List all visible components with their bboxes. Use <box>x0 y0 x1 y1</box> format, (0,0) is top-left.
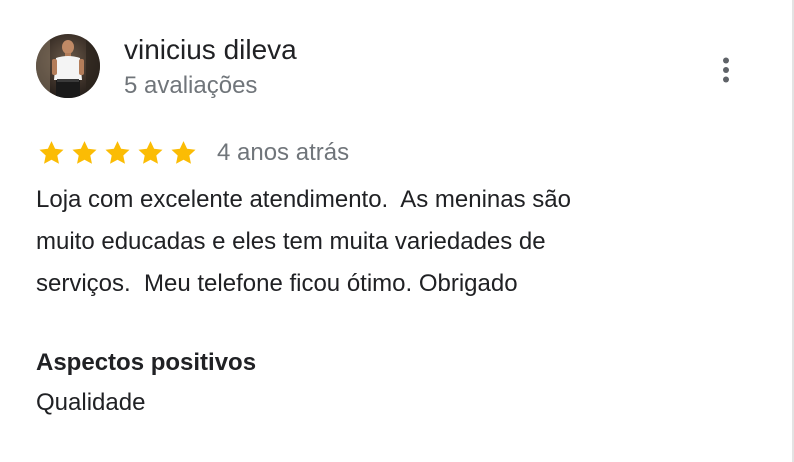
star-icon <box>72 141 97 164</box>
review-text: Loja com excelente atendimento. As menin… <box>36 179 736 305</box>
star-icon <box>105 141 130 164</box>
star-icon <box>171 141 196 164</box>
author-name[interactable]: vinicius dileva <box>124 33 297 67</box>
review-text-line: Loja com excelente atendimento. As menin… <box>36 186 571 213</box>
aspects-value: Qualidade <box>36 389 146 416</box>
review-text-line: serviços. Meu telefone ficou ótimo. Obri… <box>36 270 518 297</box>
review-count[interactable]: 5 avaliações <box>124 71 257 101</box>
more-options-button[interactable] <box>708 52 744 88</box>
star-icon <box>39 141 64 164</box>
star-rating <box>36 139 199 167</box>
star-icon <box>138 141 163 164</box>
user-photo-icon <box>36 34 100 98</box>
rating-row: 4 anos atrás <box>36 135 349 171</box>
avatar[interactable] <box>36 34 100 98</box>
aspects-title: Aspectos positivos <box>36 349 257 376</box>
review-text-line: muito educadas e eles tem muita variedad… <box>36 228 546 255</box>
review-card: vinicius dileva 5 avaliações 4 anos atrá… <box>0 0 794 462</box>
review-date: 4 anos atrás <box>217 139 350 166</box>
more-vert-icon <box>723 57 729 83</box>
